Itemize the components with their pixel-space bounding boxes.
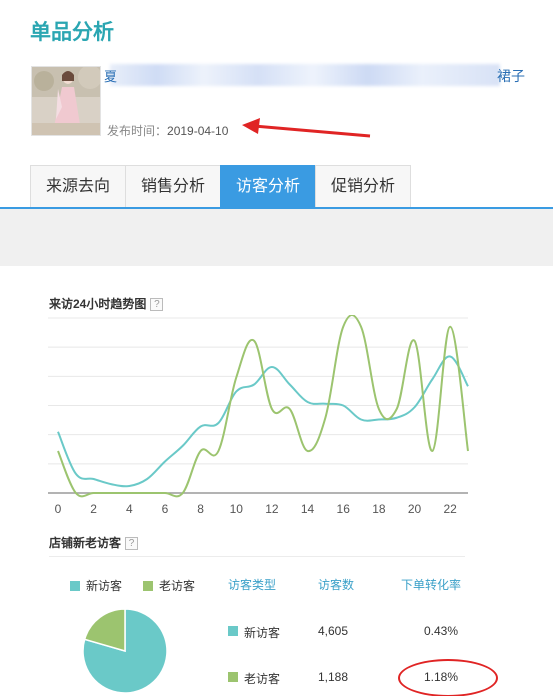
visitors-title: 店铺新老访客: [49, 536, 122, 550]
col-head-type: 访客类型: [228, 578, 277, 592]
publish-time-label: 发布时间：: [107, 124, 168, 138]
tab-promotion[interactable]: 促销分析: [315, 165, 412, 208]
row-type-old: 老访客: [244, 672, 281, 686]
x-tick-label: 12: [265, 502, 279, 516]
page-title: 单品分析: [30, 21, 114, 44]
x-tick-label: 18: [372, 502, 386, 516]
row-count-new: 4,605: [318, 624, 349, 638]
x-tick-label: 2: [90, 502, 97, 516]
tab-visitors[interactable]: 访客分析: [220, 165, 317, 208]
legend-old-visitor[interactable]: 老访客: [143, 577, 195, 594]
grey-band: [0, 209, 553, 266]
x-tick-label: 20: [408, 502, 422, 516]
col-head-count: 访客数: [318, 578, 355, 592]
tab-source[interactable]: 来源去向: [30, 165, 127, 208]
visitors-pie-chart: [82, 608, 168, 694]
trend-section-title: 来访24小时趋势图?: [49, 295, 164, 312]
legend-swatch-old: [143, 580, 153, 591]
row-count-old: 1,188: [318, 670, 349, 684]
x-tick-label: 0: [55, 502, 62, 516]
product-name-redacted: [110, 64, 500, 86]
legend-label-old: 老访客: [159, 579, 196, 593]
x-tick-label: 6: [162, 502, 169, 516]
x-tick-label: 16: [337, 502, 351, 516]
legend-new-visitor[interactable]: 新访客: [70, 577, 122, 594]
red-circle-annotation: [398, 659, 498, 696]
x-tick-label: 4: [126, 502, 133, 516]
tab-sales[interactable]: 销售分析: [125, 165, 222, 208]
product-name-end[interactable]: 裙子: [497, 66, 525, 86]
visitors-help-icon[interactable]: ?: [125, 537, 139, 550]
section-divider: [49, 556, 465, 557]
x-tick-label: 14: [301, 502, 315, 516]
trend-line-chart: 0 2 4 6 8 10 12 14 16 18 20 22: [48, 315, 469, 516]
row-type-new: 新访客: [244, 626, 281, 640]
x-tick-label: 8: [197, 502, 204, 516]
publish-date: 2019-04-10: [167, 124, 229, 138]
col-head-rate: 下单转化率: [401, 578, 462, 592]
product-thumbnail[interactable]: [31, 66, 101, 136]
x-tick-label: 22: [443, 502, 457, 516]
row-swatch-old: [228, 672, 238, 682]
legend-swatch-new: [70, 580, 80, 591]
legend-label-new: 新访客: [86, 579, 123, 593]
row-swatch-new: [228, 626, 238, 636]
row-rate-new: 0.43%: [424, 624, 459, 638]
red-arrow-annotation: [242, 118, 371, 138]
analysis-tabs: 来源去向 销售分析 访客分析 促销分析: [30, 165, 412, 208]
publish-time: 发布时间：2019-04-10: [107, 122, 228, 139]
visitors-section-title: 店铺新老访客?: [49, 534, 139, 551]
trend-title: 来访24小时趋势图: [49, 297, 147, 311]
x-tick-label: 10: [230, 502, 244, 516]
product-name-start[interactable]: 夏: [104, 66, 117, 85]
product-image: [32, 67, 100, 135]
trend-help-icon[interactable]: ?: [150, 298, 164, 311]
